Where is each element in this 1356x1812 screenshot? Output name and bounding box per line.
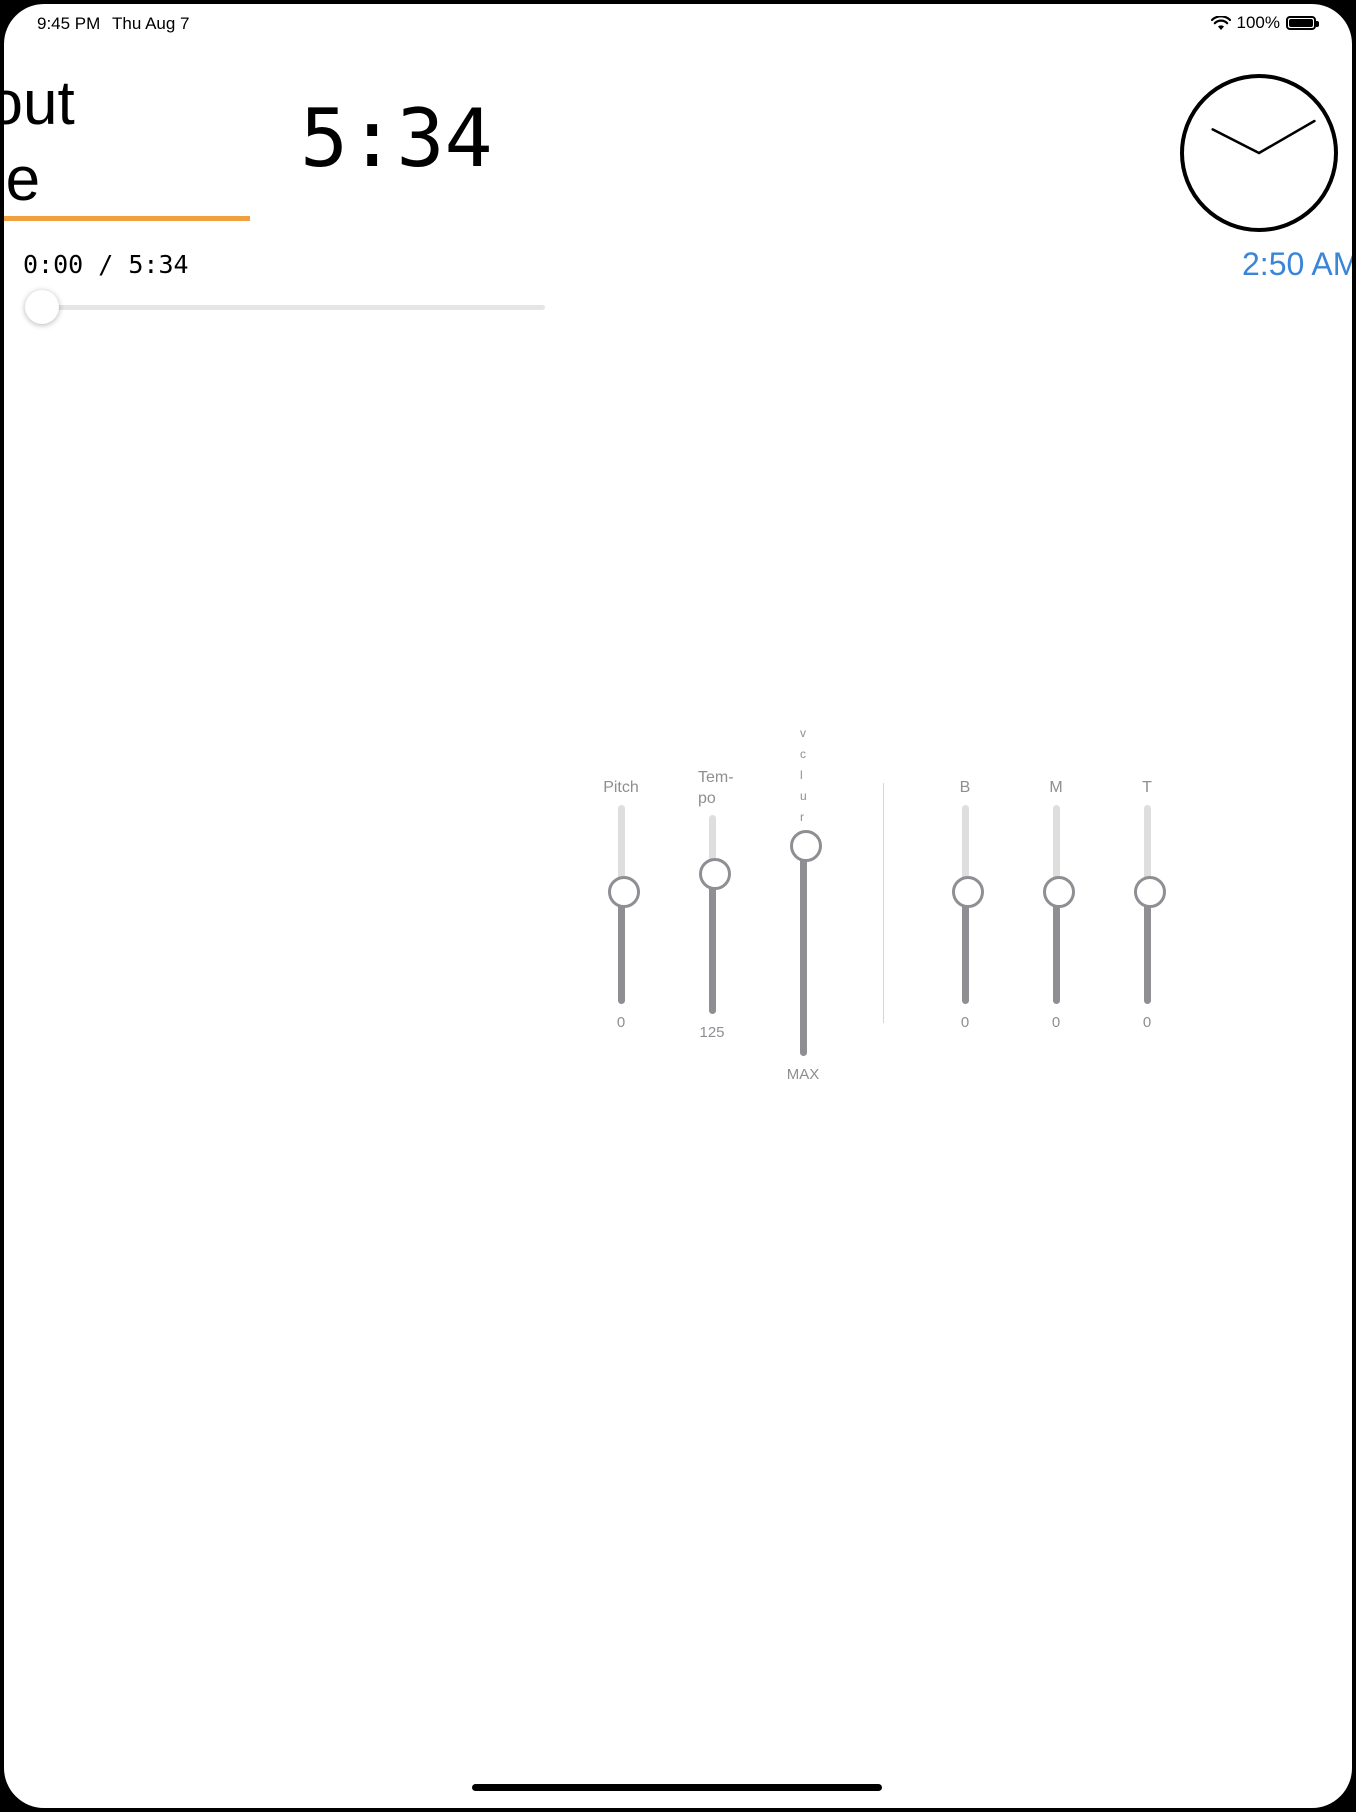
tempo-fill[interactable]	[709, 872, 716, 1014]
bass-value: 0	[960, 1014, 970, 1031]
volume-label-char: l	[800, 768, 803, 782]
battery-percent: 100%	[1236, 13, 1280, 32]
title-underline	[4, 216, 250, 221]
pitch-knob[interactable]	[608, 876, 640, 908]
treble-value: 0	[1142, 1014, 1152, 1031]
tempo-knob[interactable]	[699, 858, 731, 890]
treble-knob[interactable]	[1134, 876, 1166, 908]
volume-knob[interactable]	[790, 830, 822, 862]
track-title: bout me	[4, 69, 75, 214]
status-date: Thu Aug 7	[112, 14, 190, 33]
treble-label: T	[1142, 779, 1152, 796]
bass-knob[interactable]	[952, 876, 984, 908]
home-indicator[interactable]	[472, 1784, 882, 1791]
mid-label: M	[1049, 779, 1063, 796]
eq-divider	[883, 783, 884, 1023]
progress-track[interactable]	[36, 305, 545, 310]
clock-digital-time[interactable]: 2:50 AM	[1242, 246, 1352, 283]
battery-icon	[1286, 16, 1319, 30]
elapsed-time: 0:00 / 5:34	[23, 250, 189, 279]
status-time: 9:45 PM	[37, 14, 101, 33]
volume-label-char: c	[800, 747, 806, 761]
volume-label-char: u	[800, 789, 807, 803]
tempo-label: Tem- po	[698, 769, 734, 807]
volume-value: MAX	[786, 1066, 820, 1083]
volume-label-char: v	[800, 726, 806, 740]
wifi-icon	[1210, 15, 1231, 30]
bass-label: B	[959, 779, 971, 796]
pitch-label: Pitch	[603, 779, 639, 796]
mid-knob[interactable]	[1043, 876, 1075, 908]
app-screen: 9:45 PM Thu Aug 7 100% bout me 5:34 0:00…	[4, 4, 1352, 1808]
volume-fill[interactable]	[800, 846, 807, 1056]
volume-label-char: r	[800, 810, 804, 824]
progress-knob[interactable]	[25, 290, 59, 324]
tempo-value: 125	[699, 1024, 725, 1041]
pitch-value: 0	[616, 1014, 626, 1031]
status-right: 100%	[1210, 13, 1319, 33]
analog-clock	[1180, 74, 1338, 232]
mid-value: 0	[1051, 1014, 1061, 1031]
track-duration: 5:34	[300, 92, 493, 185]
